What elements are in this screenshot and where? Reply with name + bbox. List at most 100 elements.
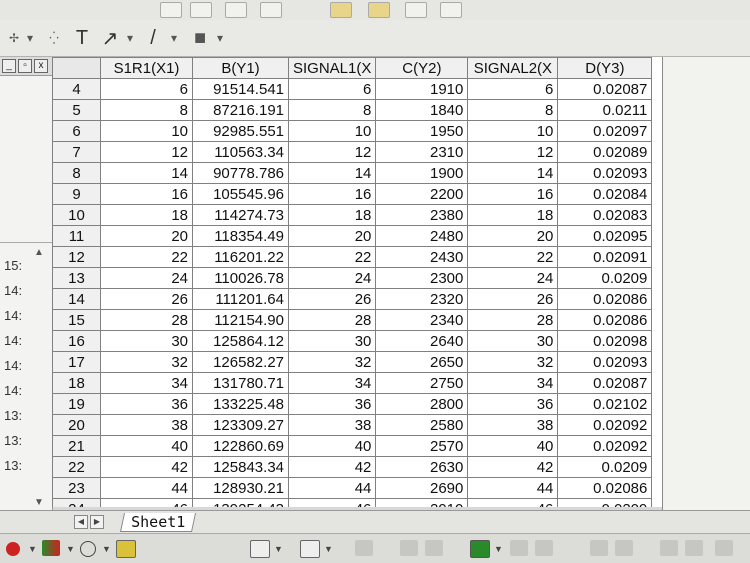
row-header[interactable]: 12 xyxy=(52,246,101,268)
data-cell[interactable]: 26 xyxy=(287,288,377,310)
data-cell[interactable]: 42 xyxy=(467,456,559,478)
data-cell[interactable]: 12 xyxy=(100,141,193,163)
row-header[interactable]: 8 xyxy=(52,162,101,184)
data-cell[interactable]: 2650 xyxy=(375,351,469,373)
data-cell[interactable]: 133225.48 xyxy=(192,393,289,415)
data-cell[interactable]: 0.02093 xyxy=(557,162,653,184)
data-cell[interactable]: 44 xyxy=(467,477,559,499)
data-cell[interactable]: 32 xyxy=(100,351,193,373)
data-cell[interactable]: 8 xyxy=(467,99,559,121)
row-header[interactable]: 9 xyxy=(52,183,101,205)
data-cell[interactable]: 0.02091 xyxy=(557,246,653,268)
symbol-icon[interactable] xyxy=(80,541,96,557)
data-cell[interactable]: 90778.786 xyxy=(192,162,289,184)
data-cell[interactable]: 2750 xyxy=(375,372,469,394)
data-cell[interactable]: 2690 xyxy=(375,477,469,499)
data-cell[interactable]: 8 xyxy=(287,99,377,121)
data-cell[interactable]: 0.02086 xyxy=(557,309,653,331)
row-header[interactable]: 4 xyxy=(52,78,101,100)
pointer-tool-icon[interactable]: ✢ xyxy=(6,27,22,49)
data-cell[interactable]: 46 xyxy=(100,498,193,507)
row-header[interactable]: 14 xyxy=(52,288,101,310)
data-cell[interactable]: 0.02086 xyxy=(557,288,653,310)
data-cell[interactable]: 2320 xyxy=(375,288,469,310)
data-cell[interactable]: 30 xyxy=(467,330,559,352)
next-sheet-icon[interactable]: ▶ xyxy=(90,515,104,529)
zoom-tool-icon[interactable]: ⁛ xyxy=(46,27,62,49)
data-cell[interactable]: 46 xyxy=(287,498,377,507)
data-cell[interactable]: 6 xyxy=(287,78,377,100)
row-header[interactable]: 10 xyxy=(52,204,101,226)
toolbar-button[interactable] xyxy=(225,2,247,18)
data-cell[interactable]: 18 xyxy=(100,204,193,226)
data-cell[interactable]: 42 xyxy=(100,456,193,478)
data-cell[interactable]: 10 xyxy=(100,120,193,142)
data-cell[interactable]: 2200 xyxy=(375,183,469,205)
data-cell[interactable]: 30 xyxy=(100,330,193,352)
data-cell[interactable]: 2380 xyxy=(375,204,469,226)
data-cell[interactable]: 28 xyxy=(467,309,559,331)
data-cell[interactable]: 6 xyxy=(100,78,193,100)
data-cell[interactable]: 0.02098 xyxy=(557,330,653,352)
data-cell[interactable]: 128930.21 xyxy=(192,477,289,499)
grid-icon[interactable] xyxy=(470,540,490,558)
data-cell[interactable]: 22 xyxy=(467,246,559,268)
data-cell[interactable]: 0.02089 xyxy=(557,141,653,163)
data-cell[interactable]: 126582.27 xyxy=(192,351,289,373)
data-cell[interactable]: 0.02084 xyxy=(557,183,653,205)
data-cell[interactable]: 2800 xyxy=(375,393,469,415)
chart-icon[interactable] xyxy=(405,2,427,18)
data-cell[interactable]: 12 xyxy=(467,141,559,163)
row-header[interactable]: 18 xyxy=(52,372,101,394)
data-cell[interactable]: 2910 xyxy=(375,498,469,507)
data-cell[interactable]: 123309.27 xyxy=(192,414,289,436)
row-header[interactable]: 19 xyxy=(52,393,101,415)
data-cell[interactable]: 116201.22 xyxy=(192,246,289,268)
data-cell[interactable]: 10 xyxy=(287,120,377,142)
data-cell[interactable]: 14 xyxy=(287,162,377,184)
plot-type-icon[interactable] xyxy=(250,540,270,558)
data-cell[interactable]: 20 xyxy=(100,225,193,247)
file-time-item[interactable]: 13: xyxy=(0,403,52,428)
data-cell[interactable]: 1900 xyxy=(375,162,469,184)
data-cell[interactable]: 110026.78 xyxy=(192,267,289,289)
data-cell[interactable]: 6 xyxy=(467,78,559,100)
arrow-tool-icon[interactable]: ↗ xyxy=(98,27,122,50)
data-cell[interactable]: 24 xyxy=(467,267,559,289)
data-cell[interactable]: 0.02083 xyxy=(557,204,653,226)
file-time-item[interactable]: 14: xyxy=(0,303,52,328)
row-header[interactable]: 7 xyxy=(52,141,101,163)
data-cell[interactable]: 40 xyxy=(100,435,193,457)
minimize-icon[interactable]: _ xyxy=(2,59,16,73)
column-header[interactable]: D(Y3) xyxy=(557,57,653,79)
data-cell[interactable]: 12 xyxy=(287,141,377,163)
data-cell[interactable]: 46 xyxy=(467,498,559,507)
data-cell[interactable]: 91514.541 xyxy=(192,78,289,100)
row-header[interactable]: 17 xyxy=(52,351,101,373)
data-cell[interactable]: 111201.64 xyxy=(192,288,289,310)
column-header[interactable]: C(Y2) xyxy=(375,57,469,79)
data-cell[interactable]: 16 xyxy=(467,183,559,205)
caret-down-icon[interactable]: ▾ xyxy=(168,27,180,49)
data-cell[interactable]: 139254.43 xyxy=(192,498,289,507)
data-cell[interactable]: 1840 xyxy=(375,99,469,121)
data-cell[interactable]: 22 xyxy=(100,246,193,268)
data-cell[interactable]: 0.0211 xyxy=(557,99,653,121)
rectangle-tool-icon[interactable]: ■ xyxy=(188,27,212,49)
corner-cell[interactable] xyxy=(52,57,101,79)
data-cell[interactable]: 14 xyxy=(467,162,559,184)
data-cell[interactable]: 36 xyxy=(467,393,559,415)
file-time-item[interactable]: 14: xyxy=(0,328,52,353)
edit-icon[interactable] xyxy=(368,2,390,18)
row-header[interactable]: 15 xyxy=(52,309,101,331)
data-cell[interactable]: 0.02095 xyxy=(557,225,653,247)
file-time-item[interactable]: 14: xyxy=(0,278,52,303)
data-cell[interactable]: 110563.34 xyxy=(192,141,289,163)
data-cell[interactable]: 34 xyxy=(287,372,377,394)
file-time-item[interactable]: 14: xyxy=(0,353,52,378)
scroll-down-icon[interactable]: ▼ xyxy=(34,497,44,508)
caret-down-icon[interactable]: ▼ xyxy=(66,544,75,554)
data-cell[interactable]: 131780.71 xyxy=(192,372,289,394)
row-header[interactable]: 22 xyxy=(52,456,101,478)
open-folder-icon[interactable] xyxy=(330,2,352,18)
